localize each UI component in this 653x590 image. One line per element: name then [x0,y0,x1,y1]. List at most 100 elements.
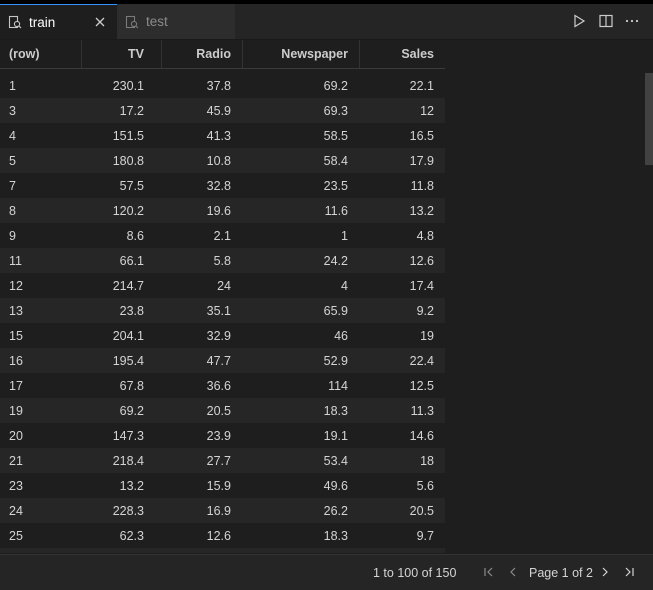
table-row[interactable]: 23 13.2 15.9 49.6 5.6 [0,473,445,498]
newspaper-cell: 46 [334,328,348,343]
first-page-icon[interactable] [481,564,497,580]
row-number-cell: 11 [9,253,22,268]
next-page-icon[interactable] [597,564,613,580]
split-editor-icon[interactable] [595,8,617,34]
table-row[interactable]: 12 214.7 24 4 17.4 [0,273,445,298]
previous-page-icon[interactable] [505,564,521,580]
table-row[interactable]: 5 180.8 10.8 58.4 17.9 [0,148,445,173]
tv-cell: 230.1 [112,78,144,93]
radio-cell: 47.7 [206,353,231,368]
newspaper-cell: 19.5 [242,548,359,553]
sales-cell: 14.6 [409,428,434,443]
row-number-cell: 13 [9,303,23,318]
sales-cell: 4.8 [416,228,434,243]
table-row[interactable]: 11 66.1 5.8 24.2 12.6 [0,248,445,273]
table-row[interactable]: 9 8.6 2.1 1 4.8 [0,223,445,248]
table-row[interactable]: 7 57.5 32.8 23.5 11.8 [0,173,445,198]
table-row[interactable]: 8 120.2 19.6 11.6 13.2 [0,198,445,223]
tv-cell: 57.5 [119,178,144,193]
sales-cell: 12 [420,103,434,118]
radio-cell: 10.8 [206,153,231,168]
vertical-scrollbar-thumb[interactable] [645,73,653,165]
table-row[interactable]: 16 195.4 47.7 52.9 22.4 [0,348,445,373]
tv-cell: 195.4 [112,353,144,368]
newspaper-cell: 24.2 [323,253,348,268]
newspaper-cell: 114 [328,378,348,393]
table-row[interactable]: 21 218.4 27.7 53.4 18 [0,448,445,473]
sales-cell: 16.5 [409,128,434,143]
column-header-radio[interactable]: Radio [161,40,242,68]
radio-cell: 41.3 [206,128,231,143]
table-row[interactable]: 25 62.3 12.6 18.3 9.7 [0,523,445,548]
row-number-cell: 17 [9,378,23,393]
tv-cell: 151.5 [112,128,144,143]
table-row[interactable]: 24 228.3 16.9 26.2 20.5 [0,498,445,523]
newspaper-cell: 4 [341,278,348,293]
newspaper-cell: 19.1 [323,428,348,443]
sales-cell: 9.7 [416,528,434,543]
table-header: (row) TV Radio Newspaper Sales [0,40,445,69]
row-number-cell: 4 [9,128,16,143]
tv-cell: 8.6 [126,228,144,243]
newspaper-cell: 49.6 [323,478,348,493]
table-row[interactable]: 19 69.2 20.5 18.3 11.3 [0,398,445,423]
table-row[interactable]: 4 151.5 41.3 58.5 16.5 [0,123,445,148]
table-row[interactable]: 15 204.1 32.9 46 19 [0,323,445,348]
last-page-icon[interactable] [621,564,637,580]
newspaper-cell: 65.9 [323,303,348,318]
tab-train[interactable]: train [0,4,117,39]
row-number-cell: 26 [0,548,81,553]
radio-cell: 45.9 [206,103,231,118]
sales-cell: 5.6 [416,478,434,493]
row-number-cell: 5 [9,153,16,168]
sales-cell: 9.2 [416,303,434,318]
table-row[interactable]: 1 230.1 37.8 69.2 22.1 [0,73,445,98]
tv-cell: 66.1 [119,253,144,268]
sales-cell: 12 [359,548,445,553]
table-row[interactable]: 20 147.3 23.9 19.1 14.6 [0,423,445,448]
radio-cell: 15.9 [206,478,231,493]
newspaper-cell: 58.4 [323,153,348,168]
play-icon[interactable] [568,8,590,34]
newspaper-cell: 26.2 [323,503,348,518]
column-header-row[interactable]: (row) [0,40,81,68]
column-header-tv[interactable]: TV [81,40,161,68]
close-icon[interactable] [92,14,108,30]
table-row[interactable]: 17 67.8 36.6 114 12.5 [0,373,445,398]
tab-test[interactable]: test [117,4,235,39]
tab-bar: train test [0,4,653,40]
tv-cell: 13.2 [119,478,144,493]
radio-cell: 16.9 [206,503,231,518]
newspaper-cell: 52.9 [323,353,348,368]
table-row[interactable]: 26262.93.519.512 [0,548,445,553]
column-header-sales[interactable]: Sales [359,40,445,68]
newspaper-cell: 18.3 [323,528,348,543]
tv-cell: 214.7 [112,278,144,293]
sales-cell: 13.2 [409,203,434,218]
newspaper-cell: 1 [341,228,348,243]
tv-cell: 69.2 [119,403,144,418]
radio-cell: 19.6 [206,203,231,218]
sales-cell: 17.4 [409,278,434,293]
row-range-text: 1 to 100 of 150 [373,565,457,580]
preview-file-icon [125,15,139,28]
more-actions-icon[interactable] [621,8,643,34]
table-row[interactable]: 13 23.8 35.1 65.9 9.2 [0,298,445,323]
newspaper-cell: 23.5 [323,178,348,193]
radio-cell: 35.1 [206,303,231,318]
radio-cell: 32.9 [206,328,231,343]
row-number-cell: 24 [9,503,23,518]
row-number-cell: 19 [9,403,23,418]
column-header-newspaper[interactable]: Newspaper [242,40,359,68]
tv-cell: 204.1 [112,328,144,343]
row-number-cell: 8 [9,203,16,218]
tv-cell: 262.9 [81,548,161,553]
sales-cell: 20.5 [409,503,434,518]
sales-cell: 17.9 [409,153,434,168]
row-number-cell: 23 [9,478,23,493]
row-number-cell: 16 [9,353,23,368]
row-number-cell: 1 [9,78,16,93]
radio-cell: 32.8 [206,178,231,193]
radio-cell: 3.5 [161,548,242,553]
table-row[interactable]: 3 17.2 45.9 69.3 12 [0,98,445,123]
